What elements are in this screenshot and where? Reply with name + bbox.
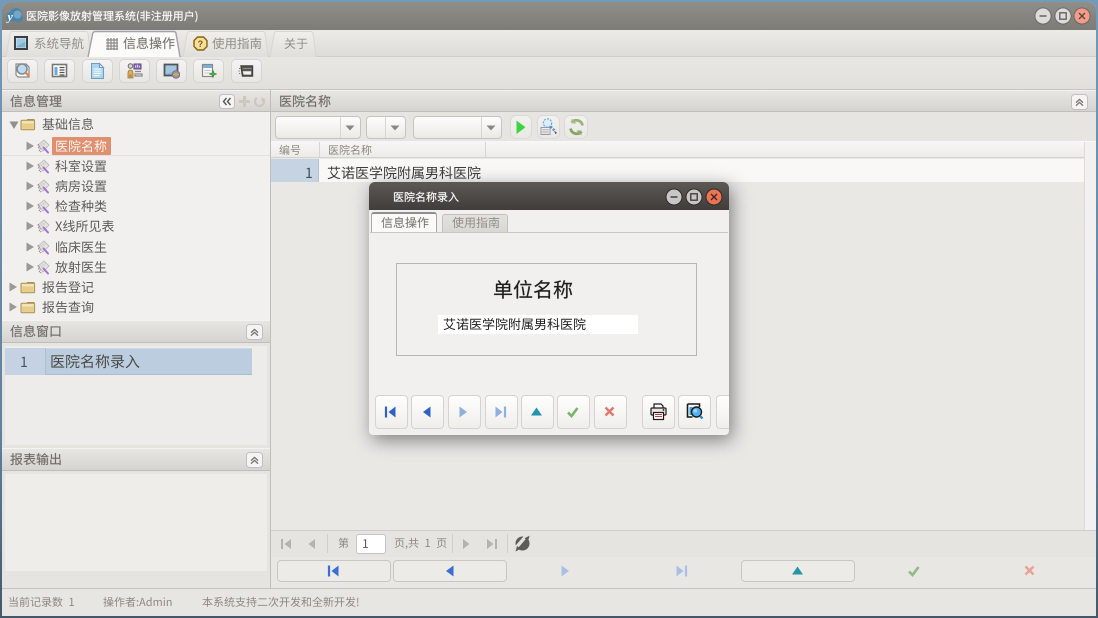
svg-text:?: ? — [198, 39, 204, 49]
svg-text:y: y — [6, 10, 14, 24]
